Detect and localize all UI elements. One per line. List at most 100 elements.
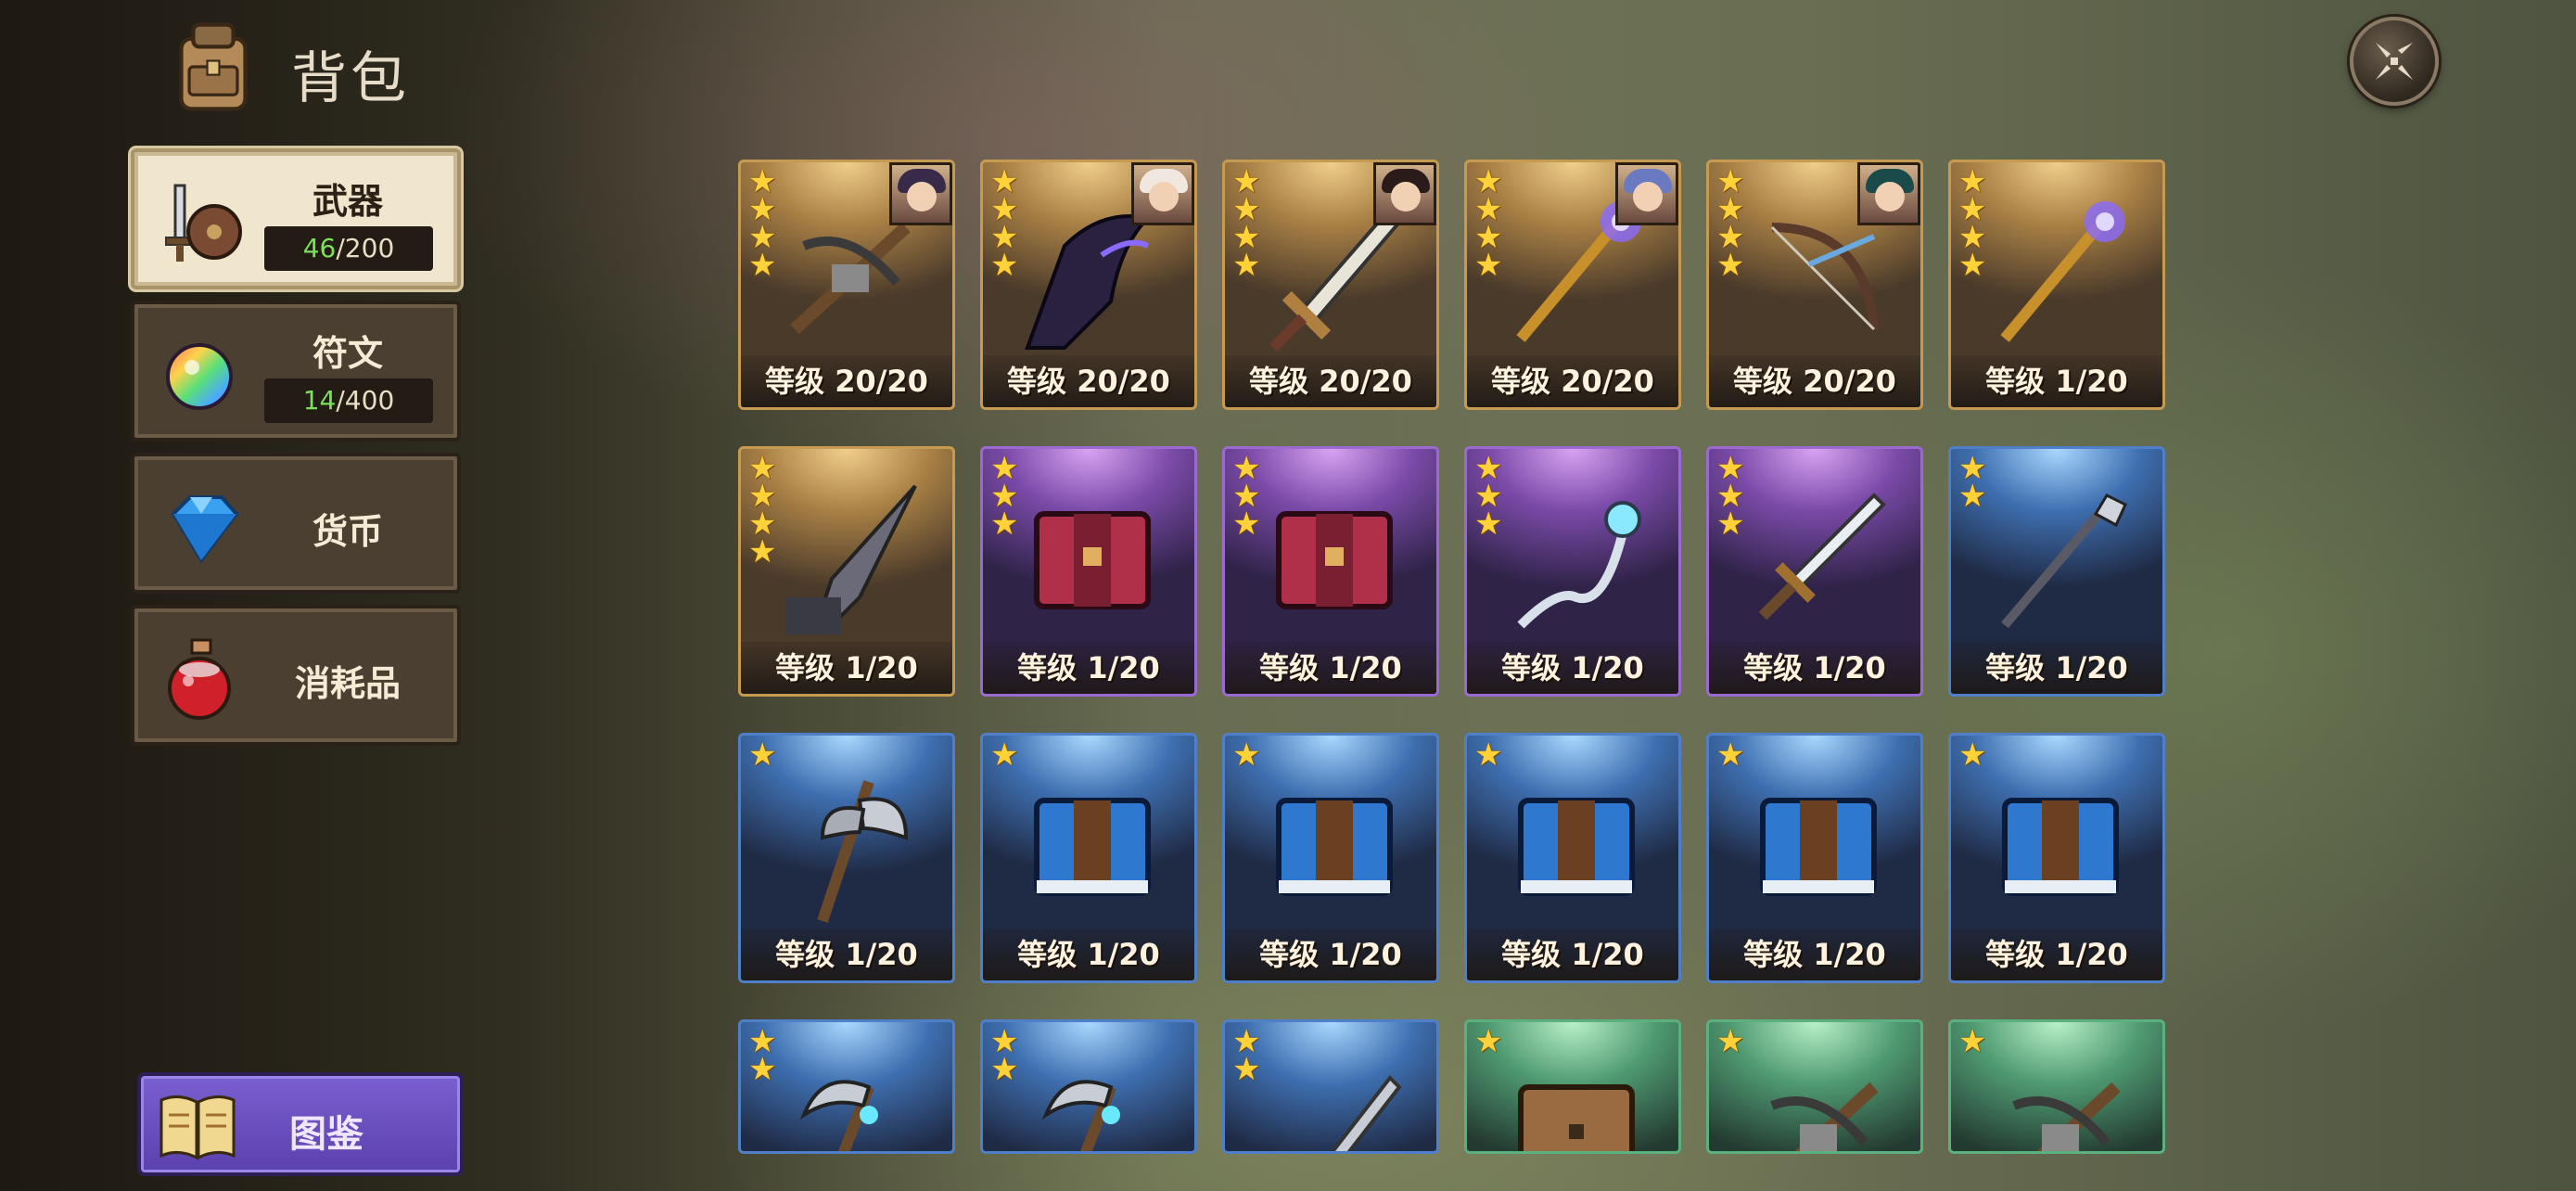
tab-runes[interactable]: 符文 14/400 [131, 301, 461, 442]
item-card[interactable]: ★ ★ ★ ★ 等级 20/20 [980, 160, 1197, 410]
rarity-stars: ★ [1474, 736, 1503, 774]
close-button[interactable] [2350, 17, 2439, 106]
rarity-stars: ★ ★ [748, 1026, 777, 1088]
axe-icon [817, 780, 909, 923]
item-level: 等级 1/20 [741, 928, 952, 980]
item-level: 等级 20/20 [1709, 355, 1920, 407]
item-card[interactable]: ★ ★ ★ ★ 等级 20/20 [1706, 160, 1923, 410]
item-card[interactable]: ★ 等级 1/20 [1948, 733, 2165, 983]
rarity-stars: ★ ★ [990, 1026, 1018, 1085]
tab-consumables[interactable]: 消耗品 [131, 605, 461, 746]
sword-shield-icon [165, 184, 242, 262]
item-card[interactable]: ★ 等级 1/20 [1222, 733, 1439, 983]
item-level: 等级 1/20 [1467, 642, 1678, 694]
rarity-stars: ★ ★ ★ [990, 453, 1019, 543]
star-icon: ★ [748, 533, 777, 570]
item-card[interactable]: ★ 等级 1/20 [738, 733, 955, 983]
rarity-stars: ★ [990, 739, 1018, 771]
star-icon: ★ [1474, 1023, 1503, 1060]
atlas-label: 图鉴 [289, 1113, 363, 1156]
tab-runes-label: 符文 [312, 333, 383, 374]
item-level: 等级 1/20 [1225, 642, 1436, 694]
rarity-stars: ★ [748, 736, 777, 774]
item-card[interactable]: ★ ★ [1222, 1019, 1439, 1154]
rarity-stars: ★ ★ ★ ★ [748, 166, 776, 281]
item-card[interactable]: ★ [1706, 1019, 1923, 1154]
star-icon: ★ [1716, 506, 1745, 543]
atlas-button[interactable]: 图鉴 [137, 1072, 464, 1176]
item-level: 等级 1/20 [983, 642, 1194, 694]
star-icon: ★ [990, 506, 1019, 543]
hero-portrait-icon [889, 162, 952, 225]
item-level: 等级 1/20 [741, 642, 952, 694]
rarity-stars: ★ ★ ★ ★ [1958, 166, 1987, 284]
item-card[interactable]: ★ ★ ★ 等级 1/20 [1222, 446, 1439, 697]
staff-icon [2000, 201, 2125, 342]
star-icon: ★ [990, 247, 1019, 284]
rarity-stars: ★ [1958, 1026, 1986, 1057]
item-card[interactable]: ★ [1464, 1019, 1681, 1154]
rarity-stars: ★ [1716, 736, 1745, 774]
tab-consumables-label: 消耗品 [294, 663, 401, 704]
hero-portrait-icon [1615, 162, 1678, 225]
scythe-icon [799, 1080, 878, 1151]
spear-icon [2001, 493, 2127, 629]
item-card[interactable]: ★ ★ ★ ★ 等级 1/20 [1948, 160, 2165, 410]
star-icon: ★ [1958, 736, 1987, 774]
wand-icon [1517, 501, 1641, 629]
rarity-stars: ★ ★ ★ [1474, 453, 1503, 543]
star-icon: ★ [1232, 736, 1261, 774]
item-card[interactable]: ★ ★ ★ ★ 等级 20/20 [1222, 160, 1439, 410]
item-card[interactable]: ★ ★ ★ ★ 等级 20/20 [738, 160, 955, 410]
scythe-icon [1041, 1080, 1120, 1151]
backpack-icon [179, 22, 248, 111]
item-level: 等级 20/20 [741, 355, 952, 407]
star-icon: ★ [1232, 1051, 1261, 1088]
hero-portrait-icon [1373, 162, 1436, 225]
item-level: 等级 1/20 [1225, 928, 1436, 980]
rarity-stars: ★ [1958, 736, 1987, 774]
item-card[interactable]: ★ ★ ★ 等级 1/20 [1706, 446, 1923, 697]
star-icon: ★ [1958, 247, 1987, 284]
hero-portrait-icon [1131, 162, 1194, 225]
item-card[interactable]: ★ 等级 1/20 [1464, 733, 1681, 983]
rarity-stars: ★ ★ ★ ★ [1716, 166, 1745, 284]
rarity-stars: ★ ★ ★ ★ [1474, 166, 1502, 281]
item-level: 等级 20/20 [983, 355, 1194, 407]
item-card[interactable]: ★ 等级 1/20 [1706, 733, 1923, 983]
potion-icon [168, 638, 231, 720]
item-card[interactable]: ★ ★ ★ ★ 等级 20/20 [1464, 160, 1681, 410]
diamond-icon [171, 495, 239, 564]
lance-icon [785, 484, 917, 634]
rarity-stars: ★ [1232, 736, 1261, 774]
star-icon: ★ [1474, 736, 1503, 774]
star-icon: ★ [1232, 247, 1261, 284]
item-card[interactable]: ★ ★ 等级 1/20 [1948, 446, 2165, 697]
blue-book-icon [1518, 798, 1635, 896]
item-card[interactable]: ★ 等级 1/20 [980, 733, 1197, 983]
rarity-stars: ★ ★ [1958, 453, 1986, 512]
star-icon: ★ [748, 736, 777, 774]
item-card[interactable]: ★ [1948, 1019, 2165, 1154]
item-card[interactable]: ★ ★ ★ 等级 1/20 [980, 446, 1197, 697]
star-icon: ★ [1474, 506, 1503, 543]
crossbow-icon [1770, 1082, 1879, 1151]
tab-currency[interactable]: 货币 [131, 453, 461, 594]
star-icon: ★ [748, 1051, 777, 1088]
blue-book-icon [1276, 798, 1393, 896]
item-card[interactable]: ★ ★ ★ ★ 等级 1/20 [738, 446, 955, 697]
tab-weapons-label: 武器 [312, 181, 383, 222]
tab-weapons[interactable]: 武器 46/200 [131, 148, 461, 289]
tab-weapons-count: 46/200 [264, 226, 433, 271]
item-level: 等级 1/20 [1951, 355, 2162, 407]
red-book-icon [1034, 511, 1151, 609]
rarity-stars: ★ ★ ★ ★ [1232, 166, 1261, 284]
rarity-stars: ★ ★ ★ ★ [748, 453, 777, 570]
star-icon: ★ [1716, 736, 1745, 774]
star-icon: ★ [1716, 1023, 1745, 1060]
item-card[interactable]: ★ ★ [738, 1019, 955, 1154]
rarity-stars: ★ ★ ★ ★ [990, 166, 1019, 284]
item-card[interactable]: ★ ★ ★ 等级 1/20 [1464, 446, 1681, 697]
star-icon: ★ [1716, 247, 1745, 284]
item-card[interactable]: ★ ★ [980, 1019, 1197, 1154]
